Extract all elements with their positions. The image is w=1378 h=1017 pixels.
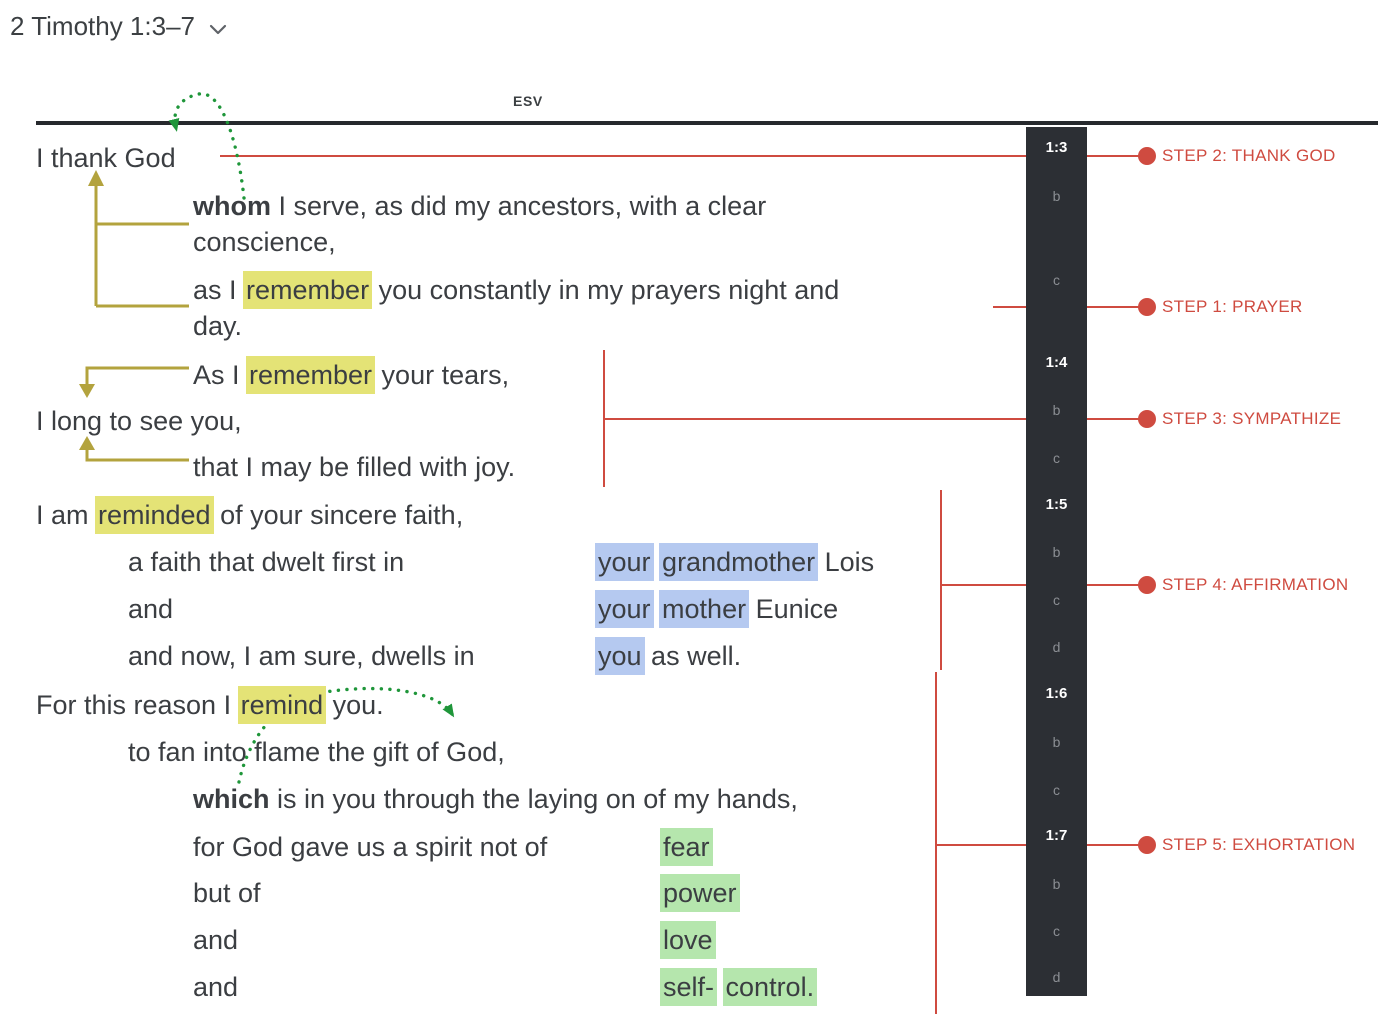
step-marker-dot: [1138, 298, 1156, 316]
phrasing-workspace: 2 Timothy 1:3–7 ESV: [0, 0, 1378, 1017]
step-marker-dot: [1138, 147, 1156, 165]
step-marker-dot: [1138, 836, 1156, 854]
step-label[interactable]: STEP 3: SYMPATHIZE: [1162, 408, 1341, 430]
step-marker-dot: [1138, 576, 1156, 594]
step-label[interactable]: STEP 5: EXHORTATION: [1162, 834, 1355, 856]
step-label[interactable]: STEP 4: AFFIRMATION: [1162, 574, 1348, 596]
step-annotations: STEP 2: THANK GOD STEP 1: PRAYER STEP 3: S…: [0, 0, 1378, 1017]
step-label[interactable]: STEP 2: THANK GOD: [1162, 145, 1336, 167]
step-label[interactable]: STEP 1: PRAYER: [1162, 296, 1303, 318]
step-marker-dot: [1138, 410, 1156, 428]
